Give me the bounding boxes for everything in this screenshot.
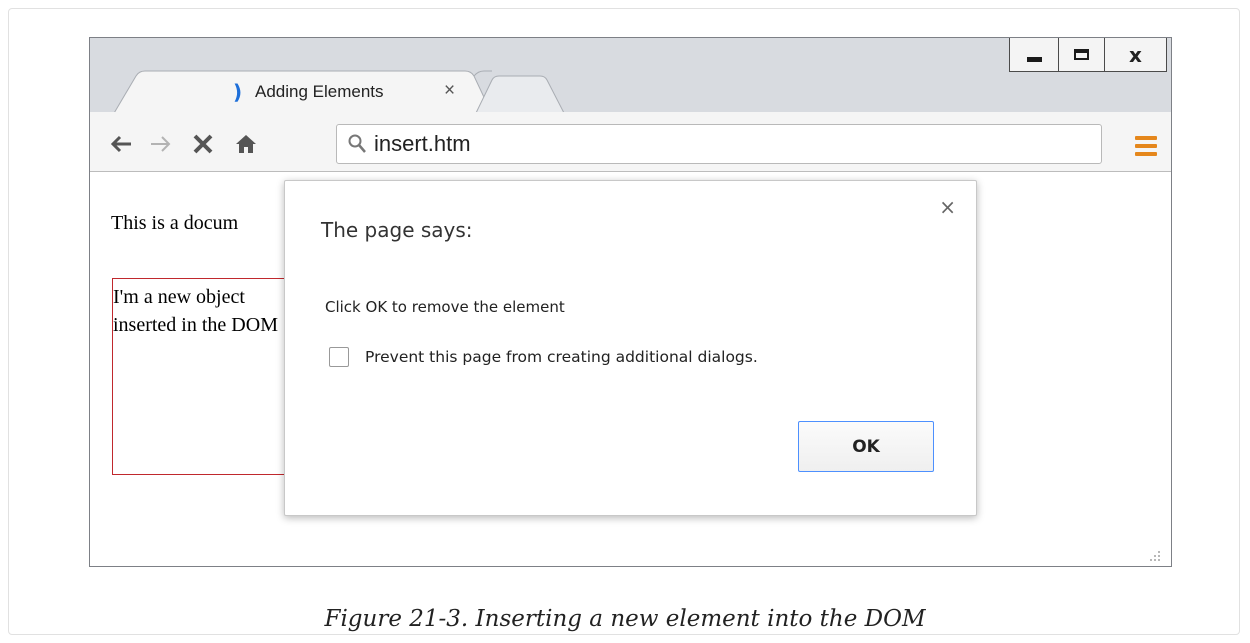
alert-dialog: The page says: × Click OK to remove the … bbox=[284, 180, 977, 516]
stop-icon bbox=[193, 134, 213, 154]
page-loading-icon: ) bbox=[233, 80, 243, 104]
maximize-icon bbox=[1074, 49, 1089, 60]
back-arrow-icon bbox=[110, 135, 131, 153]
resize-grip-icon[interactable] bbox=[1143, 548, 1161, 562]
title-bar: x ) Adding Elements × bbox=[90, 38, 1171, 120]
address-text: insert.htm bbox=[374, 131, 471, 156]
prevent-dialogs-label[interactable]: Prevent this page from creating addition… bbox=[365, 348, 758, 366]
document-text: This is a docum bbox=[111, 212, 239, 234]
new-tab-button[interactable] bbox=[474, 75, 566, 115]
browser-toolbar: insert.htm bbox=[90, 112, 1171, 172]
tab-close-button[interactable]: × bbox=[444, 80, 455, 102]
dialog-title: The page says: bbox=[321, 218, 473, 242]
menu-icon[interactable] bbox=[1135, 136, 1157, 160]
tab-title: Adding Elements bbox=[255, 82, 384, 101]
address-bar[interactable]: insert.htm bbox=[336, 124, 1102, 164]
inserted-element-text: I'm a new object inserted in the DOM bbox=[113, 286, 278, 336]
minimize-icon bbox=[1026, 56, 1042, 62]
dialog-close-icon[interactable]: × bbox=[939, 195, 956, 219]
forward-button[interactable] bbox=[144, 124, 178, 164]
figure-caption: Figure 21-3. Inserting a new element int… bbox=[324, 606, 926, 632]
minimize-button[interactable] bbox=[1010, 38, 1058, 71]
prevent-dialogs-checkbox[interactable] bbox=[329, 347, 349, 367]
prevent-dialogs-option: Prevent this page from creating addition… bbox=[329, 347, 758, 367]
close-window-button[interactable]: x bbox=[1104, 38, 1166, 71]
inserted-element-box: I'm a new object inserted in the DOM bbox=[112, 278, 312, 475]
dialog-message: Click OK to remove the element bbox=[325, 298, 565, 316]
search-icon bbox=[348, 134, 366, 153]
forward-arrow-icon bbox=[151, 136, 171, 152]
home-icon bbox=[236, 135, 256, 153]
home-button[interactable] bbox=[228, 124, 264, 164]
window-controls: x bbox=[1009, 38, 1167, 72]
stop-button[interactable] bbox=[186, 124, 220, 164]
maximize-button[interactable] bbox=[1058, 38, 1104, 71]
ok-button[interactable]: OK bbox=[798, 421, 934, 472]
back-button[interactable] bbox=[104, 124, 138, 164]
